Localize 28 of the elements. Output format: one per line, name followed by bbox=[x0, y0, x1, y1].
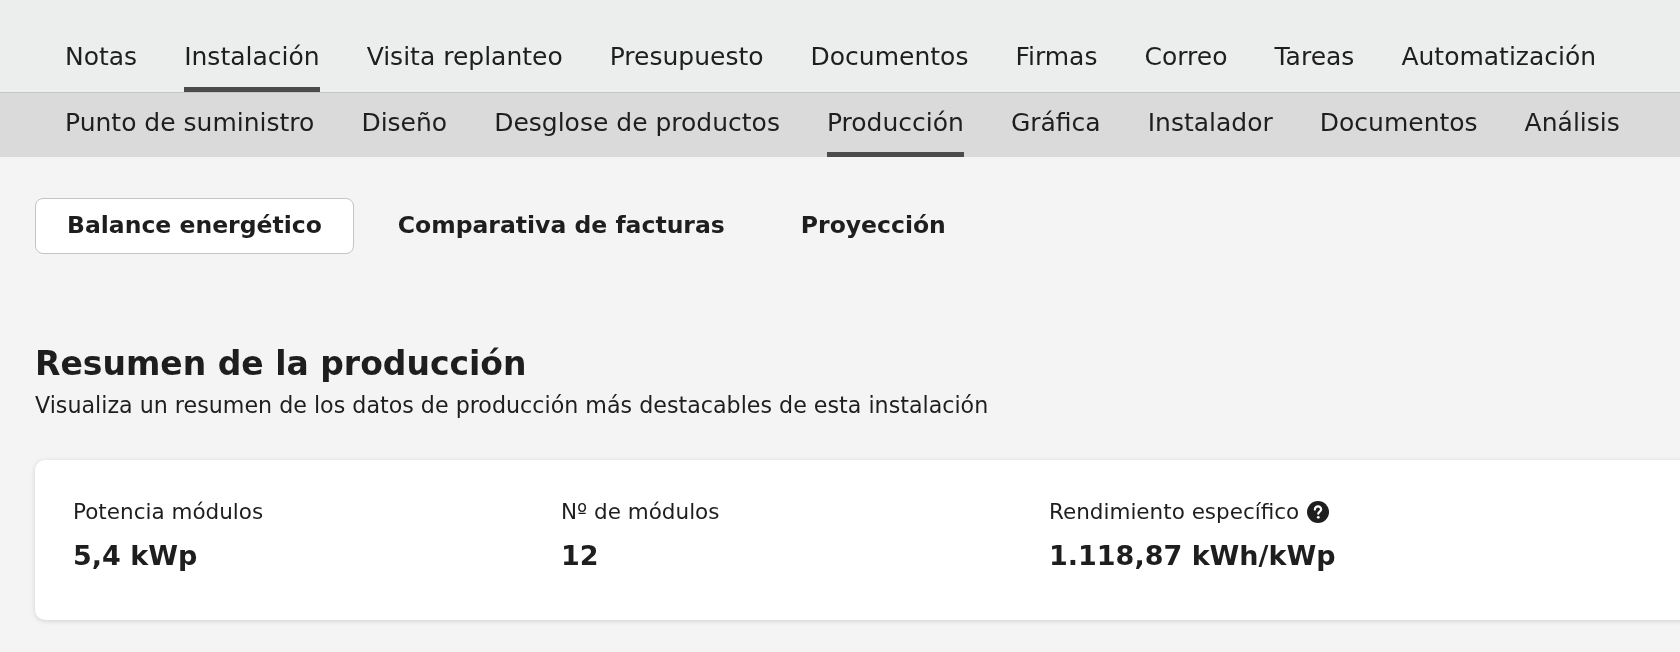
section-tab[interactable]: Proyección bbox=[768, 198, 978, 254]
section-tab[interactable]: Comparativa de facturas bbox=[365, 198, 757, 254]
nav-tab[interactable]: Visita replanteo bbox=[366, 36, 563, 92]
subnav-tab[interactable]: Instalador bbox=[1147, 93, 1273, 157]
stat-value: 1.118,87 kWh/kWp bbox=[1049, 539, 1336, 573]
section-title: Resumen de la producción bbox=[35, 343, 527, 385]
stat-label: Rendimiento específico bbox=[1049, 498, 1300, 526]
help-icon[interactable] bbox=[1307, 501, 1330, 523]
subnav-tab[interactable]: Documentos bbox=[1319, 93, 1478, 157]
nav-tab[interactable]: Firmas bbox=[1015, 36, 1098, 92]
subnav-tab[interactable]: Gráfica bbox=[1010, 93, 1101, 157]
nav-tab[interactable]: Tareas bbox=[1274, 36, 1355, 92]
nav-tab[interactable]: Documentos bbox=[810, 36, 969, 92]
stat-value: 12 bbox=[561, 539, 599, 573]
nav-tab[interactable]: Presupuesto bbox=[609, 36, 764, 92]
subnav-tab[interactable]: Punto de suministro bbox=[65, 93, 315, 157]
nav-tab[interactable]: Notas bbox=[65, 36, 138, 92]
subnav-tab[interactable]: Producción bbox=[826, 93, 964, 157]
section-description: Visualiza un resumen de los datos de producción más destacables de esta instalación bbox=[35, 391, 989, 420]
stat-label: Potencia módulos bbox=[73, 498, 264, 526]
subnav-tab[interactable]: Desglose de productos bbox=[494, 93, 780, 157]
section-tab[interactable]: Balance energético bbox=[35, 198, 354, 254]
subnav-tab[interactable]: Diseño bbox=[361, 93, 448, 157]
stat-label: Nº de módulos bbox=[561, 498, 720, 526]
subnav-tab[interactable]: Análisis bbox=[1524, 93, 1620, 157]
stat-value: 5,4 kWp bbox=[73, 539, 198, 573]
nav-tab[interactable]: Correo bbox=[1144, 36, 1228, 92]
nav-tab[interactable]: Automatización bbox=[1401, 36, 1597, 92]
